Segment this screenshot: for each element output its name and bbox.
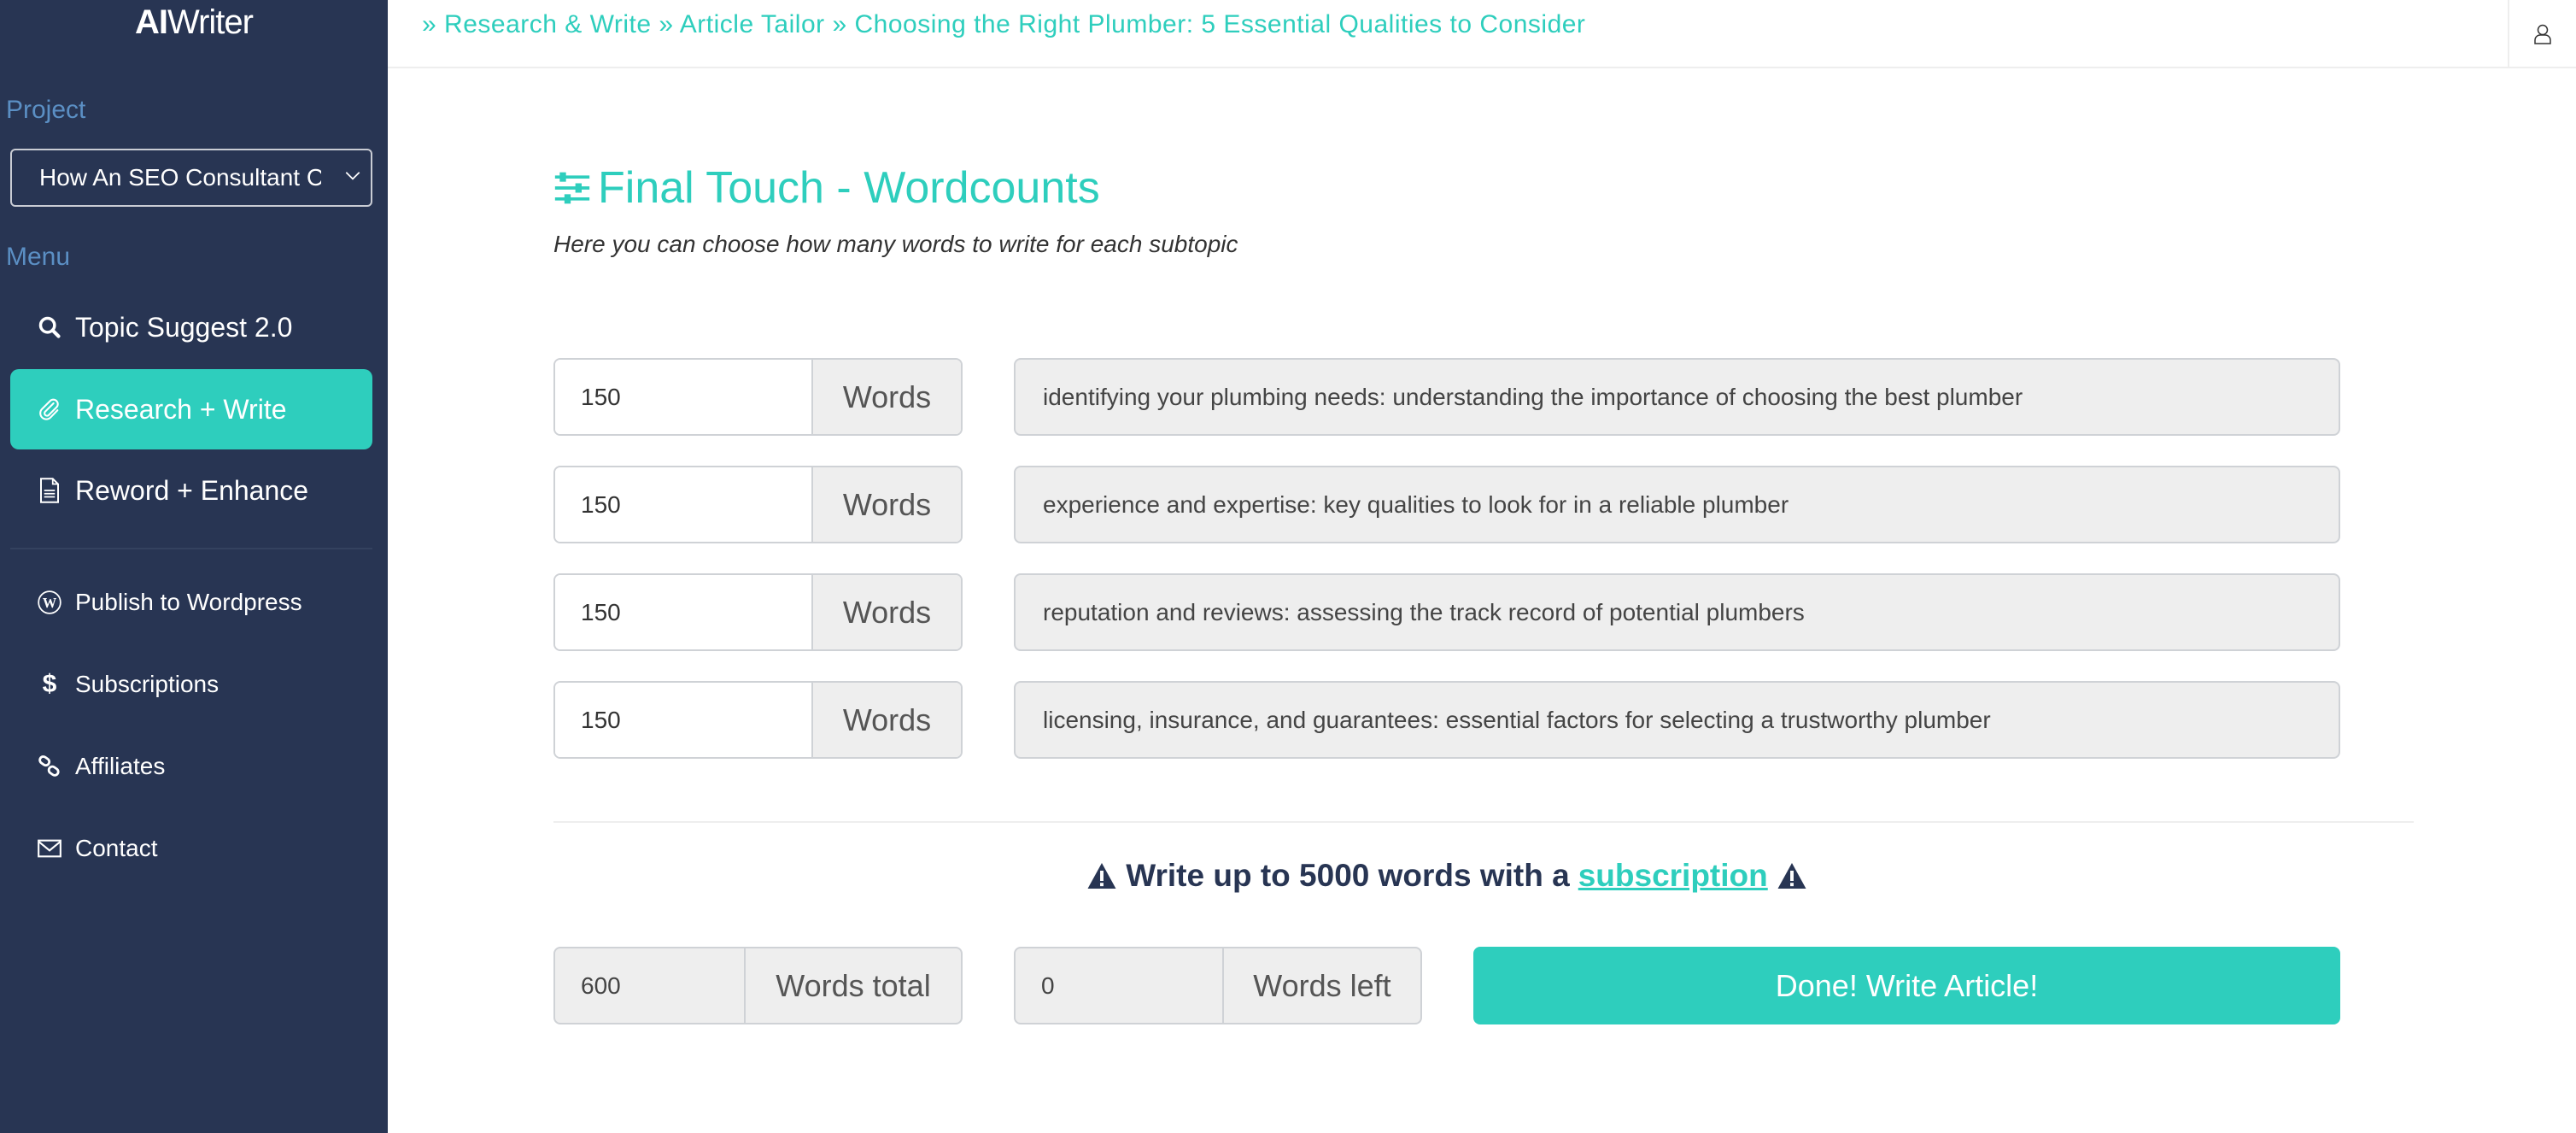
menu-divider [10, 548, 372, 549]
sidebar-item-contact[interactable]: Contact [10, 814, 372, 883]
wordcount-input-3[interactable]: 150 [555, 575, 813, 649]
notice-text: Write up to 5000 words with a [1126, 858, 1570, 893]
write-article-button[interactable]: Done! Write Article! [1473, 947, 2340, 1024]
words-unit-label: Words [813, 467, 961, 542]
breadcrumb-separator: » [659, 10, 674, 38]
sidebar: AIWriter Project How An SEO Consultant C… [0, 0, 388, 1133]
subtopic-field-2: experience and expertise: key qualities … [1014, 466, 2340, 543]
subtopic-field-4: licensing, insurance, and guarantees: es… [1014, 681, 2340, 759]
envelope-icon [36, 835, 63, 862]
wordcount-group-2: 150 Words [553, 466, 963, 543]
words-total-label: Words total [776, 967, 931, 1003]
words-total-group: 600 Words total [553, 947, 963, 1024]
sidebar-item-label: Reword + Enhance [75, 474, 309, 506]
document-icon [36, 477, 63, 504]
sidebar-item-affiliates[interactable]: Affiliates [10, 732, 372, 801]
words-unit-label: Words [813, 575, 961, 649]
project-select-value: How An SEO Consultant Ca [39, 164, 321, 191]
subtopic-field-1: identifying your plumbing needs: underst… [1014, 358, 2340, 436]
page-title-text: Final Touch - Wordcounts [598, 163, 1100, 213]
sidebar-item-label: Research + Write [75, 393, 287, 425]
project-select[interactable]: How An SEO Consultant Ca [10, 149, 372, 207]
sidebar-item-label: Contact [75, 835, 158, 861]
sidebar-item-label: Affiliates [75, 753, 166, 779]
subscription-link[interactable]: subscription [1578, 858, 1768, 894]
sidebar-item-reword-enhance[interactable]: Reword + Enhance [10, 450, 372, 531]
page-subtitle: Here you can choose how many words to wr… [553, 231, 1238, 257]
words-total-value: 600 [555, 948, 746, 1023]
logo-bold: AI [135, 3, 168, 41]
wordpress-icon: W [36, 589, 63, 616]
section-divider [553, 821, 2414, 823]
wordcount-group-1: 150 Words [553, 358, 963, 436]
top-header: » Research & Write » Article Tailor » Ch… [388, 0, 2576, 68]
menu-label: Menu [6, 243, 71, 271]
warning-icon [1087, 863, 1116, 889]
sidebar-item-label: Subscriptions [75, 671, 220, 697]
project-label: Project [6, 96, 86, 124]
warning-icon [1777, 863, 1806, 889]
wordcount-input-1[interactable]: 150 [555, 360, 813, 434]
link-icon [36, 753, 63, 780]
dollar-icon: $ [42, 670, 57, 698]
breadcrumb-article-tailor[interactable]: Article Tailor [680, 10, 825, 38]
breadcrumb-research-write[interactable]: Research & Write [444, 10, 652, 38]
breadcrumb-separator: » [832, 10, 847, 38]
logo-light: Writer [167, 3, 254, 41]
words-left-value: 0 [1016, 948, 1224, 1023]
user-icon [2534, 24, 2551, 44]
breadcrumb-current-article[interactable]: Choosing the Right Plumber: 5 Essential … [855, 10, 1586, 38]
sidebar-item-research-write[interactable]: Research + Write [10, 369, 372, 449]
sliders-icon [554, 172, 590, 204]
words-left-group: 0 Words left [1014, 947, 1422, 1024]
page-title: Final Touch - Wordcounts [553, 162, 1100, 214]
svg-text:W: W [43, 595, 57, 611]
search-icon [36, 314, 63, 341]
wordcount-group-3: 150 Words [553, 573, 963, 651]
app-logo[interactable]: AIWriter [0, 3, 388, 42]
subscription-notice: Write up to 5000 words with a subscripti… [553, 858, 2340, 894]
words-left-label: Words left [1253, 967, 1391, 1003]
sidebar-item-label: Publish to Wordpress [75, 589, 302, 615]
words-unit-label: Words [813, 683, 961, 757]
chevron-down-icon [345, 172, 360, 180]
sidebar-item-label: Topic Suggest 2.0 [75, 311, 293, 343]
subtopic-field-3: reputation and reviews: assessing the tr… [1014, 573, 2340, 651]
wordcount-input-4[interactable]: 150 [555, 683, 813, 757]
words-unit-label: Words [813, 360, 961, 434]
user-menu-button[interactable] [2508, 0, 2576, 68]
paperclip-icon [36, 396, 63, 423]
sidebar-item-topic-suggest[interactable]: Topic Suggest 2.0 [10, 287, 372, 367]
wordcount-group-4: 150 Words [553, 681, 963, 759]
wordcount-input-2[interactable]: 150 [555, 467, 813, 542]
sidebar-item-subscriptions[interactable]: $ Subscriptions [10, 650, 372, 719]
breadcrumb-separator: » [422, 10, 437, 38]
sidebar-item-publish-wordpress[interactable]: W Publish to Wordpress [10, 568, 372, 637]
breadcrumb: » Research & Write » Article Tailor » Ch… [422, 10, 1585, 39]
